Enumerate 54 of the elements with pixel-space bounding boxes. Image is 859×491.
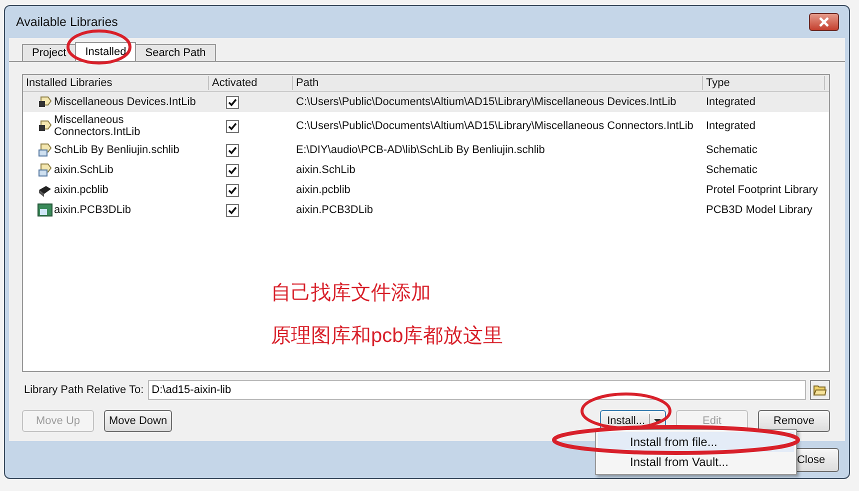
action-button[interactable]: Remove — [758, 410, 830, 432]
schematic-icon — [37, 162, 53, 178]
tab[interactable]: Search Path — [135, 44, 216, 61]
library-name: Miscellaneous Connectors.IntLib — [54, 114, 142, 138]
close-button[interactable] — [809, 13, 839, 31]
checkbox[interactable] — [226, 184, 239, 196]
browse-button[interactable] — [810, 380, 830, 400]
annotation-note: 自己找库文件添加 — [271, 281, 432, 306]
table-cell-text: PCB3D Model Library — [705, 204, 814, 216]
column-header[interactable]: Type — [703, 76, 825, 90]
checkbox[interactable] — [226, 144, 239, 156]
library-name: aixin.PCB3DLib — [54, 204, 132, 216]
table-cell-text: Integrated — [705, 96, 757, 108]
table-cell-text: Schematic — [705, 164, 758, 176]
library-name: SchLib By Benliujin.schlib — [54, 144, 180, 156]
library-name: aixin.pcblib — [54, 184, 108, 196]
table-row[interactable]: aixin.pcblib aixin.pcblib Protel Footprint Library — [23, 180, 829, 200]
window-title: Available Libraries — [16, 15, 119, 29]
chip-icon — [37, 118, 53, 134]
table-cell-text: Schematic — [705, 144, 758, 156]
table-row[interactable]: SchLib By Benliujin.schlib E:\DIY\audio\PCB-AD\lib\SchLib By Benliujin.schlib Schematic — [23, 140, 829, 160]
caret-icon — [654, 419, 661, 423]
column-header[interactable]: Path — [293, 76, 703, 90]
column-header[interactable]: Installed Libraries — [23, 76, 209, 90]
field-label: Library Path Relative To: — [23, 384, 144, 396]
move-button[interactable]: Move Down — [104, 410, 172, 432]
table-cell-text: aixin.pcblib — [295, 184, 352, 196]
table-cell-text: Protel Footprint Library — [705, 184, 819, 196]
library-name: aixin.SchLib — [54, 164, 114, 176]
table-cell-text: C:\Users\Public\Documents\Altium\AD15\Library\Miscellaneous Connectors.IntLib — [295, 120, 694, 132]
table-cell-text: aixin.PCB3DLib — [295, 204, 374, 216]
table-cell-text: C:\Users\Public\Documents\Altium\AD15\Library\Miscellaneous Devices.IntLib — [295, 96, 678, 108]
checkbox[interactable] — [226, 96, 239, 108]
close-icon — [817, 17, 831, 27]
schematic-icon — [37, 142, 53, 158]
checkbox[interactable] — [226, 204, 239, 216]
folder-icon — [813, 384, 827, 396]
highlight-circle — [66, 30, 132, 64]
table-row[interactable]: Miscellaneous Connectors.IntLib C:\Users\Public\Documents\Altium\AD15\Library\Miscellaneous Connectors.IntLib Integrated — [23, 112, 829, 140]
table-row[interactable]: aixin.SchLib aixin.SchLib Schematic — [23, 160, 829, 180]
path-field[interactable]: D:\ad15-aixin-lib — [148, 380, 806, 400]
column-header[interactable]: Activated — [209, 76, 293, 90]
table-cell-text: E:\DIY\audio\PCB-AD\lib\SchLib By Benliujin.schlib — [295, 144, 546, 156]
table-row[interactable]: aixin.PCB3DLib aixin.PCB3DLib PCB3D Model Library — [23, 200, 829, 220]
table-row[interactable]: Miscellaneous Devices.IntLib C:\Users\Public\Documents\Altium\AD15\Library\Miscellaneous Devices.IntLib Integrated — [23, 92, 829, 112]
board-icon — [37, 202, 53, 218]
library-name: Miscellaneous Devices.IntLib — [54, 96, 196, 108]
table-cell-text: Integrated — [705, 120, 757, 132]
checkbox[interactable] — [226, 120, 239, 132]
annotation-note: 原理图库和pcb库都放这里 — [271, 324, 504, 349]
chip-icon — [37, 94, 53, 110]
checkbox[interactable] — [226, 164, 239, 176]
table-cell-text: aixin.SchLib — [295, 164, 356, 176]
tab[interactable]: Project — [22, 44, 76, 61]
